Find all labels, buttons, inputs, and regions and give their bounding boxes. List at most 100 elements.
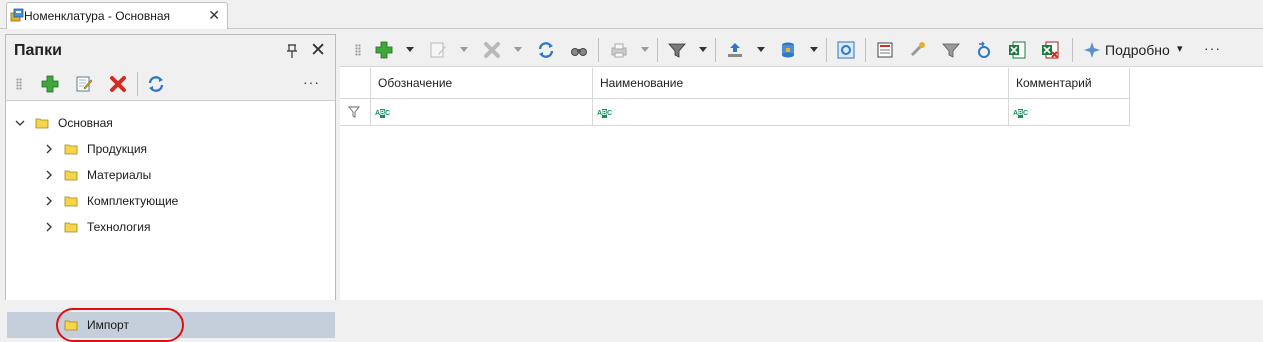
tab-title: Номенклатура - Основная xyxy=(24,9,171,23)
app-icon xyxy=(10,8,24,22)
tree-node-products[interactable]: Продукция xyxy=(6,136,335,162)
edit-icon xyxy=(76,76,93,92)
tree-node-root[interactable]: Основная xyxy=(6,110,335,136)
chevron-right-icon[interactable] xyxy=(44,170,54,180)
funnel-icon xyxy=(942,43,960,58)
excel-icon xyxy=(1009,41,1026,59)
tree-node-label: Продукция xyxy=(87,142,148,156)
tree-node-label: Комплектующие xyxy=(87,194,179,208)
tab-close-icon[interactable]: ✕ xyxy=(208,7,220,24)
edit-folder-button[interactable] xyxy=(73,73,95,95)
dropdown-arrow-icon[interactable] xyxy=(514,47,522,53)
report-button[interactable] xyxy=(874,39,896,61)
folders-panel-title: Папки xyxy=(14,42,62,59)
dropdown-arrow-icon[interactable] xyxy=(641,47,649,53)
items-panel: Подробно ▾ ··· Обозначение Наименование … xyxy=(340,34,1263,300)
filter-panel-button[interactable] xyxy=(940,39,962,61)
add-folder-button[interactable] xyxy=(39,73,61,95)
folders-panel: Папки ✕ ··· Основная Продукция Материалы… xyxy=(5,34,336,342)
chevron-right-icon[interactable] xyxy=(44,196,54,206)
toolbar-grip-icon[interactable] xyxy=(355,44,361,56)
chevron-right-icon[interactable] xyxy=(44,222,54,232)
replace-icon xyxy=(910,42,925,57)
refresh-icon xyxy=(538,42,554,58)
pin-icon[interactable] xyxy=(285,43,299,59)
add-item-button[interactable] xyxy=(373,39,395,61)
toolbar-separator xyxy=(715,38,716,62)
delete-folder-button[interactable] xyxy=(107,73,129,95)
tree-node-label: Основная xyxy=(58,116,113,130)
folders-panel-header: Папки ✕ xyxy=(6,35,335,67)
toolbar-more-icon[interactable]: ··· xyxy=(1204,40,1221,56)
printer-icon xyxy=(611,43,627,58)
database-icon xyxy=(782,42,794,58)
chevron-down-icon[interactable] xyxy=(15,118,25,128)
filter-condition-icon[interactable]: ABC xyxy=(375,109,390,118)
folder-icon xyxy=(64,196,78,207)
delete-item-button[interactable] xyxy=(481,39,503,61)
filter-cell-comment[interactable]: ABC xyxy=(1009,99,1130,126)
database-button[interactable] xyxy=(777,39,799,61)
highlight-annotation-ring xyxy=(56,308,184,342)
find-button[interactable] xyxy=(568,39,590,61)
filter-button[interactable] xyxy=(666,39,688,61)
filter-condition-icon[interactable]: ABC xyxy=(597,109,612,118)
gear-window-icon xyxy=(837,41,855,59)
tab-nomenclature[interactable]: Номенклатура - Основная ✕ xyxy=(6,2,228,29)
toolbar-separator xyxy=(826,38,827,62)
print-button[interactable] xyxy=(608,39,630,61)
refresh-button[interactable] xyxy=(535,39,557,61)
filter-cell-designation[interactable]: ABC xyxy=(371,99,593,126)
report-icon xyxy=(877,42,893,58)
view-mode-label[interactable]: Подробно xyxy=(1105,42,1170,58)
chevron-right-icon[interactable] xyxy=(44,144,54,154)
items-toolbar: Подробно ▾ ··· xyxy=(340,34,1263,67)
edit-icon xyxy=(430,42,446,58)
toolbar-grip-icon[interactable] xyxy=(16,78,22,90)
funnel-icon xyxy=(668,43,686,58)
filter-condition-icon[interactable]: ABC xyxy=(1013,109,1028,118)
edit-item-button[interactable] xyxy=(427,39,449,61)
dropdown-arrow-icon[interactable] xyxy=(460,47,468,53)
add-icon xyxy=(375,41,393,59)
folder-icon xyxy=(64,170,78,181)
excel-import-button[interactable] xyxy=(1039,39,1061,61)
folders-toolbar: ··· xyxy=(6,67,335,101)
refresh-folders-button[interactable] xyxy=(145,73,167,95)
tree-node-components[interactable]: Комплектующие xyxy=(6,188,335,214)
dropdown-arrow-icon[interactable] xyxy=(406,47,414,53)
toolbar-separator xyxy=(137,72,138,96)
excel-export-button[interactable] xyxy=(1006,39,1028,61)
settings-button[interactable] xyxy=(835,39,857,61)
dropdown-arrow-icon[interactable] xyxy=(810,47,818,53)
toolbar-separator xyxy=(598,38,599,62)
view-mode-button[interactable] xyxy=(1081,39,1103,61)
tree-node-materials[interactable]: Материалы xyxy=(6,162,335,188)
row-indicator-header xyxy=(340,68,371,99)
delete-icon xyxy=(484,42,500,58)
dropdown-arrow-icon[interactable] xyxy=(757,47,765,53)
tree-node-technology[interactable]: Технология xyxy=(6,214,335,240)
column-header-name[interactable]: Наименование xyxy=(593,68,1009,99)
folders-panel-close-icon[interactable]: ✕ xyxy=(310,39,326,62)
delete-icon xyxy=(110,76,126,92)
chevron-down-icon[interactable]: ▾ xyxy=(1177,42,1183,55)
folder-icon xyxy=(35,118,49,129)
document-tab-bar: Номенклатура - Основная ✕ xyxy=(0,0,1263,29)
sync-button[interactable] xyxy=(973,39,995,61)
binoculars-icon xyxy=(571,48,587,56)
sync-icon xyxy=(978,41,990,58)
filter-cell-name[interactable]: ABC xyxy=(593,99,1009,126)
folders-more-icon[interactable]: ··· xyxy=(303,74,320,90)
tree-node-label: Материалы xyxy=(87,168,152,182)
funnel-icon xyxy=(348,106,360,118)
folder-icon xyxy=(64,144,78,155)
column-header-comment[interactable]: Комментарий xyxy=(1009,68,1130,99)
export-button[interactable] xyxy=(724,39,746,61)
toolbar-separator xyxy=(865,38,866,62)
column-header-designation[interactable]: Обозначение xyxy=(371,68,593,99)
dropdown-arrow-icon[interactable] xyxy=(699,47,707,53)
refresh-icon xyxy=(148,76,164,92)
replace-button[interactable] xyxy=(907,39,929,61)
add-icon xyxy=(41,75,59,93)
